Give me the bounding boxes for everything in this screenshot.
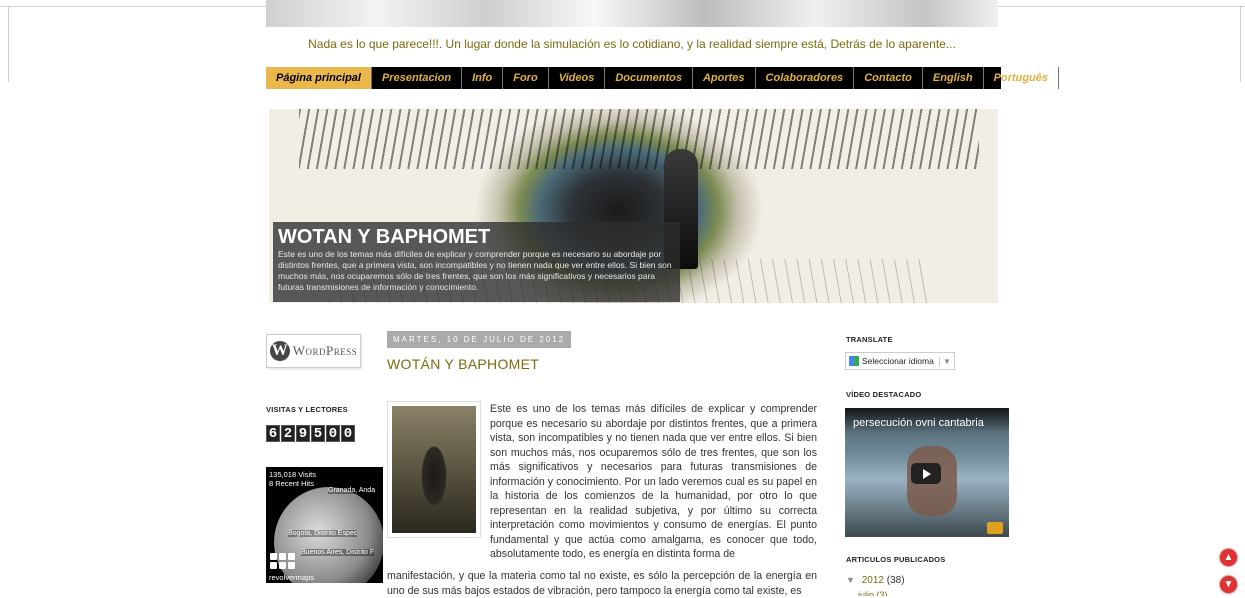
- video-heading: VÍDEO DESTACADO: [846, 390, 922, 399]
- hooded-figure-image: [392, 406, 476, 533]
- chevron-down-icon[interactable]: ▼: [939, 356, 954, 366]
- wordpress-badge[interactable]: W WordPress: [266, 334, 361, 368]
- video-title[interactable]: persecución ovni cantabria: [845, 408, 1009, 433]
- counter-digit: 5: [311, 425, 325, 442]
- post-body: Este es uno de los temas más difíciles d…: [490, 403, 817, 560]
- featured-video[interactable]: persecución ovni cantabria: [845, 408, 1009, 537]
- featured-text: Este es uno de los temas más difíciles d…: [278, 249, 672, 292]
- hero-eye-lashes: [299, 109, 979, 169]
- nav-item-videos[interactable]: Videos: [549, 67, 606, 89]
- scroll-down-icon[interactable]: ▼: [1220, 576, 1237, 593]
- map-rotate-right-icon[interactable]: [288, 553, 295, 560]
- featured-caption[interactable]: WOTAN Y BAPHOMET Este es uno de los tema…: [273, 222, 680, 302]
- archive-heading: ARTICULOS PUBLICADOS: [846, 555, 946, 564]
- map-label: Buenos Aires, Distrito F: [301, 549, 375, 556]
- post-body-continued: manifestación, y que la materia como tal…: [387, 570, 817, 597]
- archive-year-link[interactable]: 2012: [862, 575, 884, 586]
- visits-heading: VISITAS Y LECTORES: [266, 405, 348, 414]
- map-label: Bogota, Distrito Espec: [288, 530, 358, 537]
- archive-year-count: (38): [886, 575, 905, 586]
- counter-digit: 2: [281, 425, 295, 442]
- nav-item-foro[interactable]: Foro: [503, 67, 549, 89]
- visit-counter: 6 2 9 5 0 0: [266, 425, 355, 442]
- nav-item-colaboradores[interactable]: Colaboradores: [756, 67, 855, 89]
- nav-item-contacto[interactable]: Contacto: [854, 67, 923, 89]
- play-icon[interactable]: [911, 463, 941, 484]
- archive-month[interactable]: julio (3): [858, 590, 888, 596]
- main-nav: Página principal Presentacion Info Foro …: [266, 67, 1059, 89]
- nav-item-pagina-principal[interactable]: Página principal: [266, 67, 372, 89]
- google-translate-icon: [849, 356, 859, 366]
- featured-title[interactable]: WOTAN Y BAPHOMET: [278, 226, 675, 248]
- translate-heading: TRANSLATE: [846, 335, 893, 344]
- map-zoom-out-icon[interactable]: [270, 562, 277, 569]
- language-select[interactable]: Seleccionar idioma ▼: [845, 352, 955, 370]
- wordpress-icon: W: [269, 341, 290, 361]
- counter-digit: 9: [296, 425, 310, 442]
- revolvermaps-widget[interactable]: 135,018 Visits 8 Recent Hits Granada, An…: [266, 467, 383, 583]
- blog-tagline: Nada es lo que parece!!!. Un lugar donde…: [308, 37, 956, 51]
- map-play-icon[interactable]: [279, 562, 286, 569]
- post-title[interactable]: WOTÁN Y BAPHOMET: [387, 356, 539, 372]
- nav-item-documentos[interactable]: Documentos: [605, 67, 693, 89]
- map-visits: 135,018 Visits: [269, 470, 316, 479]
- nav-item-info[interactable]: Info: [462, 67, 504, 89]
- post-image[interactable]: [387, 401, 481, 538]
- archive-year[interactable]: ▼ 2012 (38): [846, 575, 905, 586]
- counter-digit: 0: [341, 425, 355, 442]
- language-select-label: Seleccionar idioma: [862, 356, 934, 366]
- expand-triangle-icon[interactable]: ▼: [846, 575, 855, 585]
- map-label: Granada, Anda: [328, 487, 376, 494]
- frame-right-line: [1240, 6, 1241, 82]
- nav-item-presentacion[interactable]: Presentacion: [372, 67, 463, 89]
- map-stop-icon[interactable]: [288, 562, 295, 569]
- map-brand[interactable]: revolvermaps: [269, 573, 314, 582]
- map-rotate-left-icon[interactable]: [279, 553, 286, 560]
- map-zoom-in-icon[interactable]: [270, 553, 277, 560]
- header-banner-image: [266, 0, 998, 27]
- counter-digit: 0: [326, 425, 340, 442]
- map-recent-hits: 8 Recent Hits: [269, 479, 315, 488]
- counter-digit: 6: [266, 425, 280, 442]
- scroll-up-icon[interactable]: ▲: [1220, 549, 1237, 566]
- youtube-icon[interactable]: [987, 522, 1003, 534]
- post-date: MARTES, 10 DE JULIO DE 2012: [387, 331, 572, 348]
- nav-item-aportes[interactable]: Aportes: [693, 67, 756, 89]
- wordpress-label: WordPress: [292, 343, 358, 358]
- frame-left-line: [8, 6, 9, 82]
- nav-item-portugues[interactable]: Português: [984, 67, 1059, 89]
- nav-item-english[interactable]: English: [923, 67, 984, 89]
